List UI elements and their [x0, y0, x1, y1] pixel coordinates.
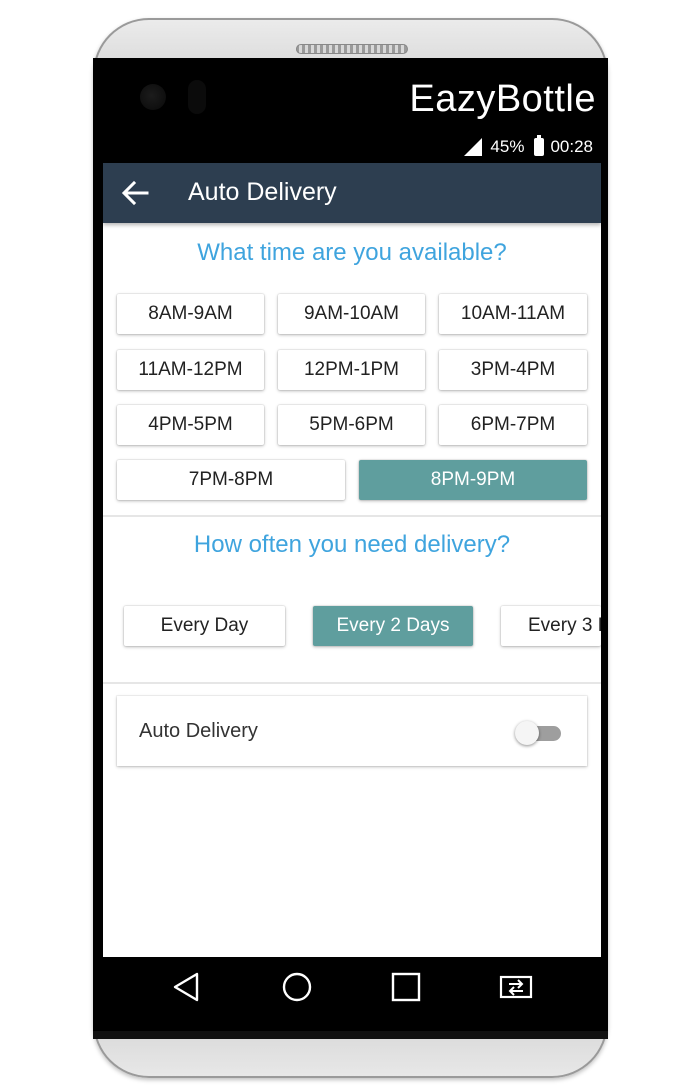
frequency-option-button[interactable]: Every 3 Days [501, 606, 601, 646]
switch-app-icon[interactable] [496, 967, 536, 1007]
section-divider [103, 515, 601, 517]
time-slot-button-selected[interactable]: 8PM-9PM [359, 460, 587, 500]
front-camera-icon [140, 84, 166, 110]
frequency-option-button[interactable]: Every Day [124, 606, 285, 646]
status-time: 00:28 [550, 137, 593, 156]
phone-bottom-edge [93, 1031, 608, 1039]
auto-delivery-toggle[interactable] [515, 721, 565, 745]
toggle-thumb [515, 721, 539, 745]
signal-icon [464, 138, 483, 156]
battery-percent: 45% [490, 137, 525, 156]
time-slot-button[interactable]: 7PM-8PM [117, 460, 345, 500]
app-toolbar: Auto Delivery [103, 163, 601, 223]
recents-square-icon[interactable] [386, 967, 426, 1007]
time-slot-button[interactable]: 6PM-7PM [439, 405, 587, 445]
android-nav-bar [103, 957, 601, 1017]
time-slot-button[interactable]: 5PM-6PM [278, 405, 425, 445]
back-triangle-icon[interactable] [167, 967, 207, 1007]
app-brand-title: EazyBottle [409, 78, 596, 120]
speaker-grill [296, 44, 408, 54]
time-slot-button[interactable]: 11AM-12PM [117, 350, 264, 390]
availability-heading: What time are you available? [197, 239, 507, 266]
time-slot-button[interactable]: 4PM-5PM [117, 405, 264, 445]
time-slot-button[interactable]: 10AM-11AM [439, 294, 587, 334]
time-slot-button[interactable]: 12PM-1PM [278, 350, 425, 390]
frequency-option-button-selected[interactable]: Every 2 Days [313, 606, 473, 646]
time-slot-button[interactable]: 3PM-4PM [439, 350, 587, 390]
status-bar: 45% 00:28 [103, 134, 601, 162]
app-screen: Auto Delivery What time are you availabl… [103, 163, 601, 957]
time-slot-button[interactable]: 8AM-9AM [117, 294, 264, 334]
proximity-sensor [188, 80, 206, 114]
frequency-heading: How often you need delivery? [193, 531, 511, 558]
arrow-left-icon[interactable] [119, 177, 151, 209]
battery-icon [534, 135, 545, 156]
toolbar-title: Auto Delivery [188, 178, 337, 206]
home-circle-icon[interactable] [277, 967, 317, 1007]
time-slot-button[interactable]: 9AM-10AM [278, 294, 425, 334]
auto-delivery-label: Auto Delivery [139, 720, 258, 742]
auto-delivery-card: Auto Delivery [117, 696, 587, 766]
section-divider [103, 682, 601, 684]
